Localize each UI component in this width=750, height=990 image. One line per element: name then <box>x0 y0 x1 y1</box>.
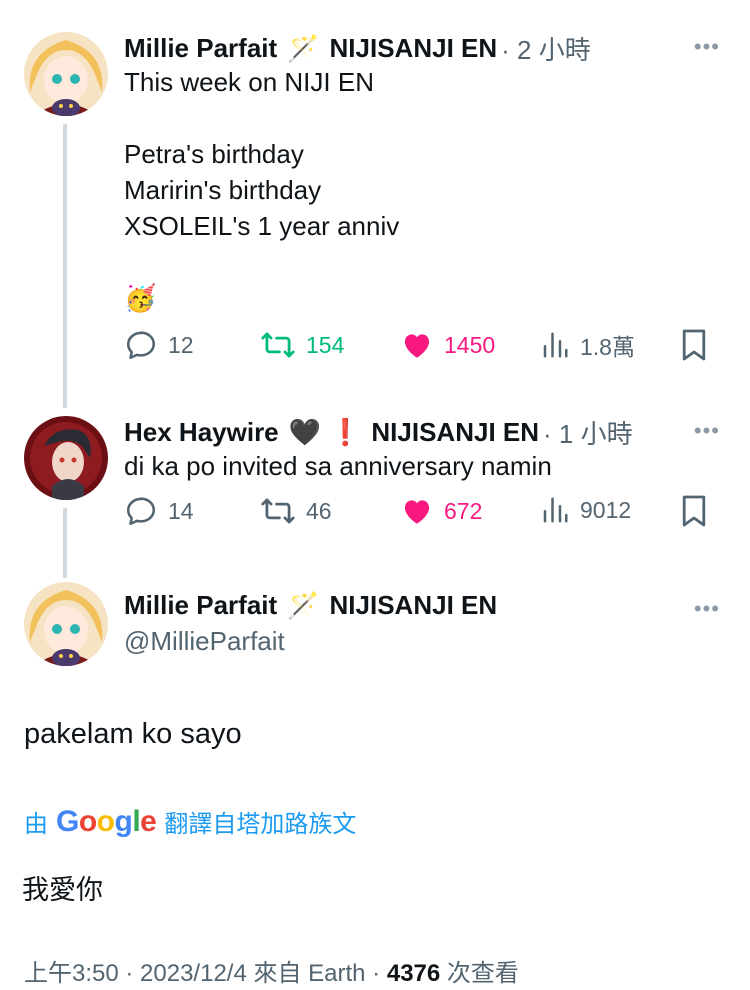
like-count: 1450 <box>444 331 496 358</box>
author-name[interactable]: Millie Parfait <box>124 590 277 621</box>
reply-icon <box>126 497 156 526</box>
views-count: 4376 <box>386 960 441 987</box>
translation-attribution[interactable]: 由 Google 翻譯自塔加路族文 <box>24 804 356 839</box>
millie-avatar[interactable] <box>24 582 108 666</box>
main-tweet-text: pakelam ko sayo <box>24 718 242 750</box>
author-name[interactable]: Hex Haywire <box>124 417 279 448</box>
reply-icon <box>126 331 156 360</box>
retweet-icon <box>261 498 295 524</box>
author-handle[interactable]: @MillieParfait <box>124 626 285 657</box>
google-logo: Google <box>56 804 157 838</box>
wand-emoji: 🪄 <box>287 33 320 63</box>
tweet-footer: 上午3:50 · 2023/12/4 來自 Earth · 4376 次查看 <box>24 953 519 988</box>
view-count: 9012 <box>580 496 632 523</box>
views-label: 次查看 <box>446 960 519 987</box>
bookmark-button[interactable] <box>680 328 708 362</box>
heart-filled-icon <box>404 334 430 358</box>
more-options-icon[interactable]: ••• <box>694 596 720 622</box>
views-button[interactable]: 1.8萬 <box>540 328 635 362</box>
analytics-icon <box>543 332 568 358</box>
retweet-count: 154 <box>306 331 345 358</box>
retweet-button[interactable]: 154 <box>260 328 344 362</box>
tweet2-header: Hex Haywire 🖤 ❗ NIJISANJI EN · 1 小時 <box>124 414 633 451</box>
reply-button[interactable]: 14 <box>124 494 194 528</box>
reply-count: 12 <box>168 331 194 358</box>
tweet-millie-main: Millie Parfait 🪄 NIJISANJI EN ••• @Milli… <box>0 570 750 990</box>
like-count: 672 <box>444 497 483 524</box>
author-name[interactable]: Millie Parfait <box>124 33 277 64</box>
heart-filled-icon <box>404 500 430 524</box>
tweet-time[interactable]: · 1 小時 <box>543 414 633 451</box>
timestamp-source[interactable]: 上午3:50 · 2023/12/4 來自 Earth · <box>24 960 380 987</box>
bookmark-icon <box>682 329 706 361</box>
tweet1-header: Millie Parfait 🪄 NIJISANJI EN · 2 小時 <box>124 30 591 67</box>
translate-suffix: 翻譯自塔加路族文 <box>164 811 357 838</box>
reply-count: 14 <box>168 497 194 524</box>
retweet-button[interactable]: 46 <box>260 494 332 528</box>
millie-avatar[interactable] <box>24 32 108 116</box>
translated-text: 我愛你 <box>22 875 103 905</box>
bookmark-button[interactable] <box>680 494 708 528</box>
views-button[interactable]: 9012 <box>540 494 631 526</box>
like-button[interactable]: 672 <box>400 494 482 528</box>
retweet-count: 46 <box>306 497 332 524</box>
tweet-hex[interactable]: Hex Haywire 🖤 ❗ NIJISANJI EN · 1 小時 ••• … <box>0 400 750 570</box>
view-count: 1.8萬 <box>580 334 635 360</box>
hex-avatar[interactable] <box>24 416 108 500</box>
tweet1-actions: 12 154 1450 1.8萬 <box>124 328 714 368</box>
tweet-text: di ka po invited sa anniversary namin <box>124 451 552 481</box>
translate-prefix: 由 <box>24 811 48 838</box>
tweet-text: This week on NIJI EN Petra's birthday Ma… <box>124 67 400 313</box>
more-options-icon[interactable]: ••• <box>694 34 720 60</box>
tweet-time[interactable]: · 2 小時 <box>501 30 591 67</box>
tweet-millie-1[interactable]: Millie Parfait 🪄 NIJISANJI EN · 2 小時 •••… <box>0 0 750 400</box>
tweet2-actions: 14 46 672 9012 <box>124 494 714 534</box>
retweet-icon <box>261 332 295 358</box>
main-header: Millie Parfait 🪄 NIJISANJI EN <box>124 590 497 621</box>
author-org: NIJISANJI EN <box>371 417 540 447</box>
analytics-icon <box>543 497 568 523</box>
author-org: NIJISANJI EN <box>329 33 498 63</box>
black-heart-emoji: 🖤 <box>288 417 322 447</box>
bookmark-icon <box>682 495 706 527</box>
exclamation-emoji: ❗ <box>329 417 362 447</box>
more-options-icon[interactable]: ••• <box>694 418 720 444</box>
like-button[interactable]: 1450 <box>400 328 495 362</box>
wand-emoji: 🪄 <box>287 590 320 620</box>
author-org: NIJISANJI EN <box>329 590 498 620</box>
reply-button[interactable]: 12 <box>124 328 194 362</box>
